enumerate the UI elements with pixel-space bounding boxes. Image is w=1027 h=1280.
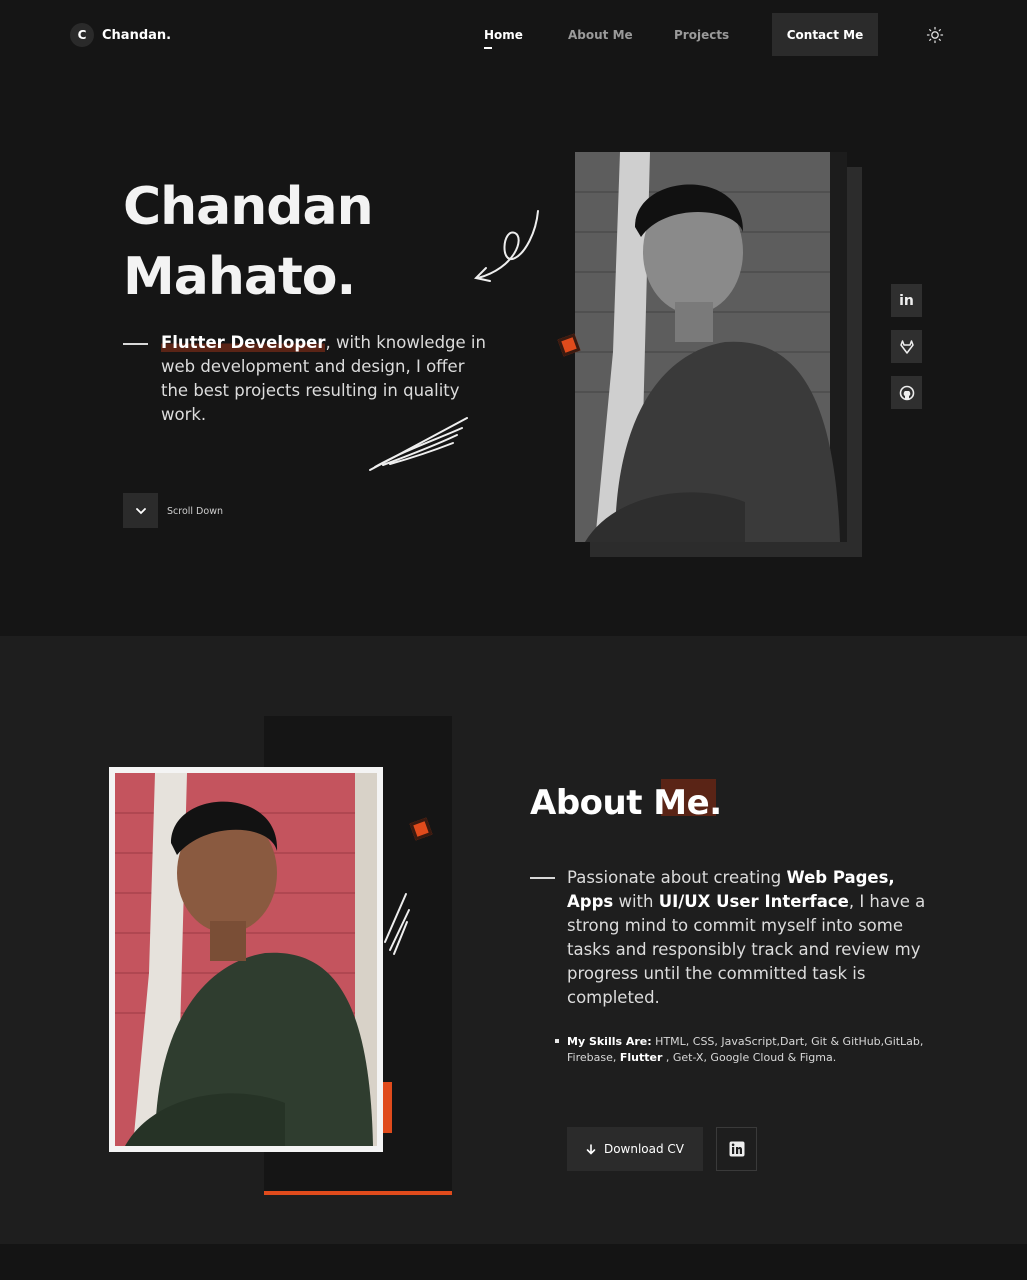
sun-icon[interactable] — [926, 26, 944, 44]
linkedin-icon — [729, 1141, 744, 1157]
nav-link-projects[interactable]: Projects — [674, 28, 729, 42]
about-desc-part: with — [613, 892, 659, 911]
about-title: About Me. — [530, 783, 722, 823]
social-linkedin-button[interactable]: in — [891, 284, 922, 317]
about-dash — [530, 877, 555, 879]
nav-link-about[interactable]: About Me — [568, 28, 633, 42]
about-description: Passionate about creating Web Pages, App… — [567, 866, 939, 1010]
skills-bullet — [555, 1039, 559, 1043]
skills-label: My Skills Are: — [567, 1035, 652, 1048]
scribble-doodle — [384, 893, 410, 955]
skills-text: My Skills Are: HTML, CSS, JavaScript,Dar… — [567, 1034, 947, 1066]
about-desc-bold: UI/UX User Interface — [658, 892, 849, 911]
download-cv-button[interactable]: Download CV — [567, 1127, 703, 1171]
footer-strip — [0, 1244, 1027, 1280]
hero-name-line1: Chandan — [123, 177, 374, 237]
logo[interactable]: C Chandan. — [70, 23, 171, 47]
linkedin-icon: in — [899, 292, 914, 309]
arrow-down-icon — [586, 1143, 596, 1155]
about-desc-part: Passionate about creating — [567, 868, 787, 887]
hero-description: Flutter Developer, with knowledge in web… — [161, 331, 491, 427]
scroll-down-label: Scroll Down — [167, 506, 223, 517]
hero-portrait — [575, 152, 847, 542]
social-gitlab-button[interactable] — [891, 330, 922, 363]
hero-dash — [123, 343, 148, 345]
logo-text: Chandan. — [102, 27, 172, 43]
hero-name-line2: Mahato. — [123, 247, 356, 307]
logo-badge: C — [70, 23, 94, 47]
about-portrait — [115, 773, 377, 1146]
hero-name: Chandan Mahato. — [123, 172, 374, 312]
download-cv-label: Download CV — [603, 1142, 685, 1156]
social-github-button[interactable] — [891, 376, 922, 409]
gitlab-icon — [899, 339, 914, 354]
skills-list: , Get-X, Google Cloud & Figma. — [662, 1051, 837, 1064]
accent-line — [264, 1191, 452, 1195]
top-nav: C Chandan. Home About Me Projects Contac… — [0, 0, 1027, 70]
role-highlight: Flutter Developer — [161, 333, 326, 352]
github-icon — [899, 385, 914, 400]
nav-link-home[interactable]: Home — [484, 28, 523, 49]
chevron-down-icon — [135, 507, 146, 514]
contact-button[interactable]: Contact Me — [772, 13, 878, 56]
scribble-doodle — [369, 417, 468, 471]
about-portrait-frame — [109, 767, 383, 1152]
skills-bold: Flutter — [619, 1051, 663, 1064]
scroll-down-button[interactable] — [123, 493, 158, 528]
linkedin-button[interactable] — [716, 1127, 757, 1171]
curly-arrow-doodle — [473, 210, 539, 282]
